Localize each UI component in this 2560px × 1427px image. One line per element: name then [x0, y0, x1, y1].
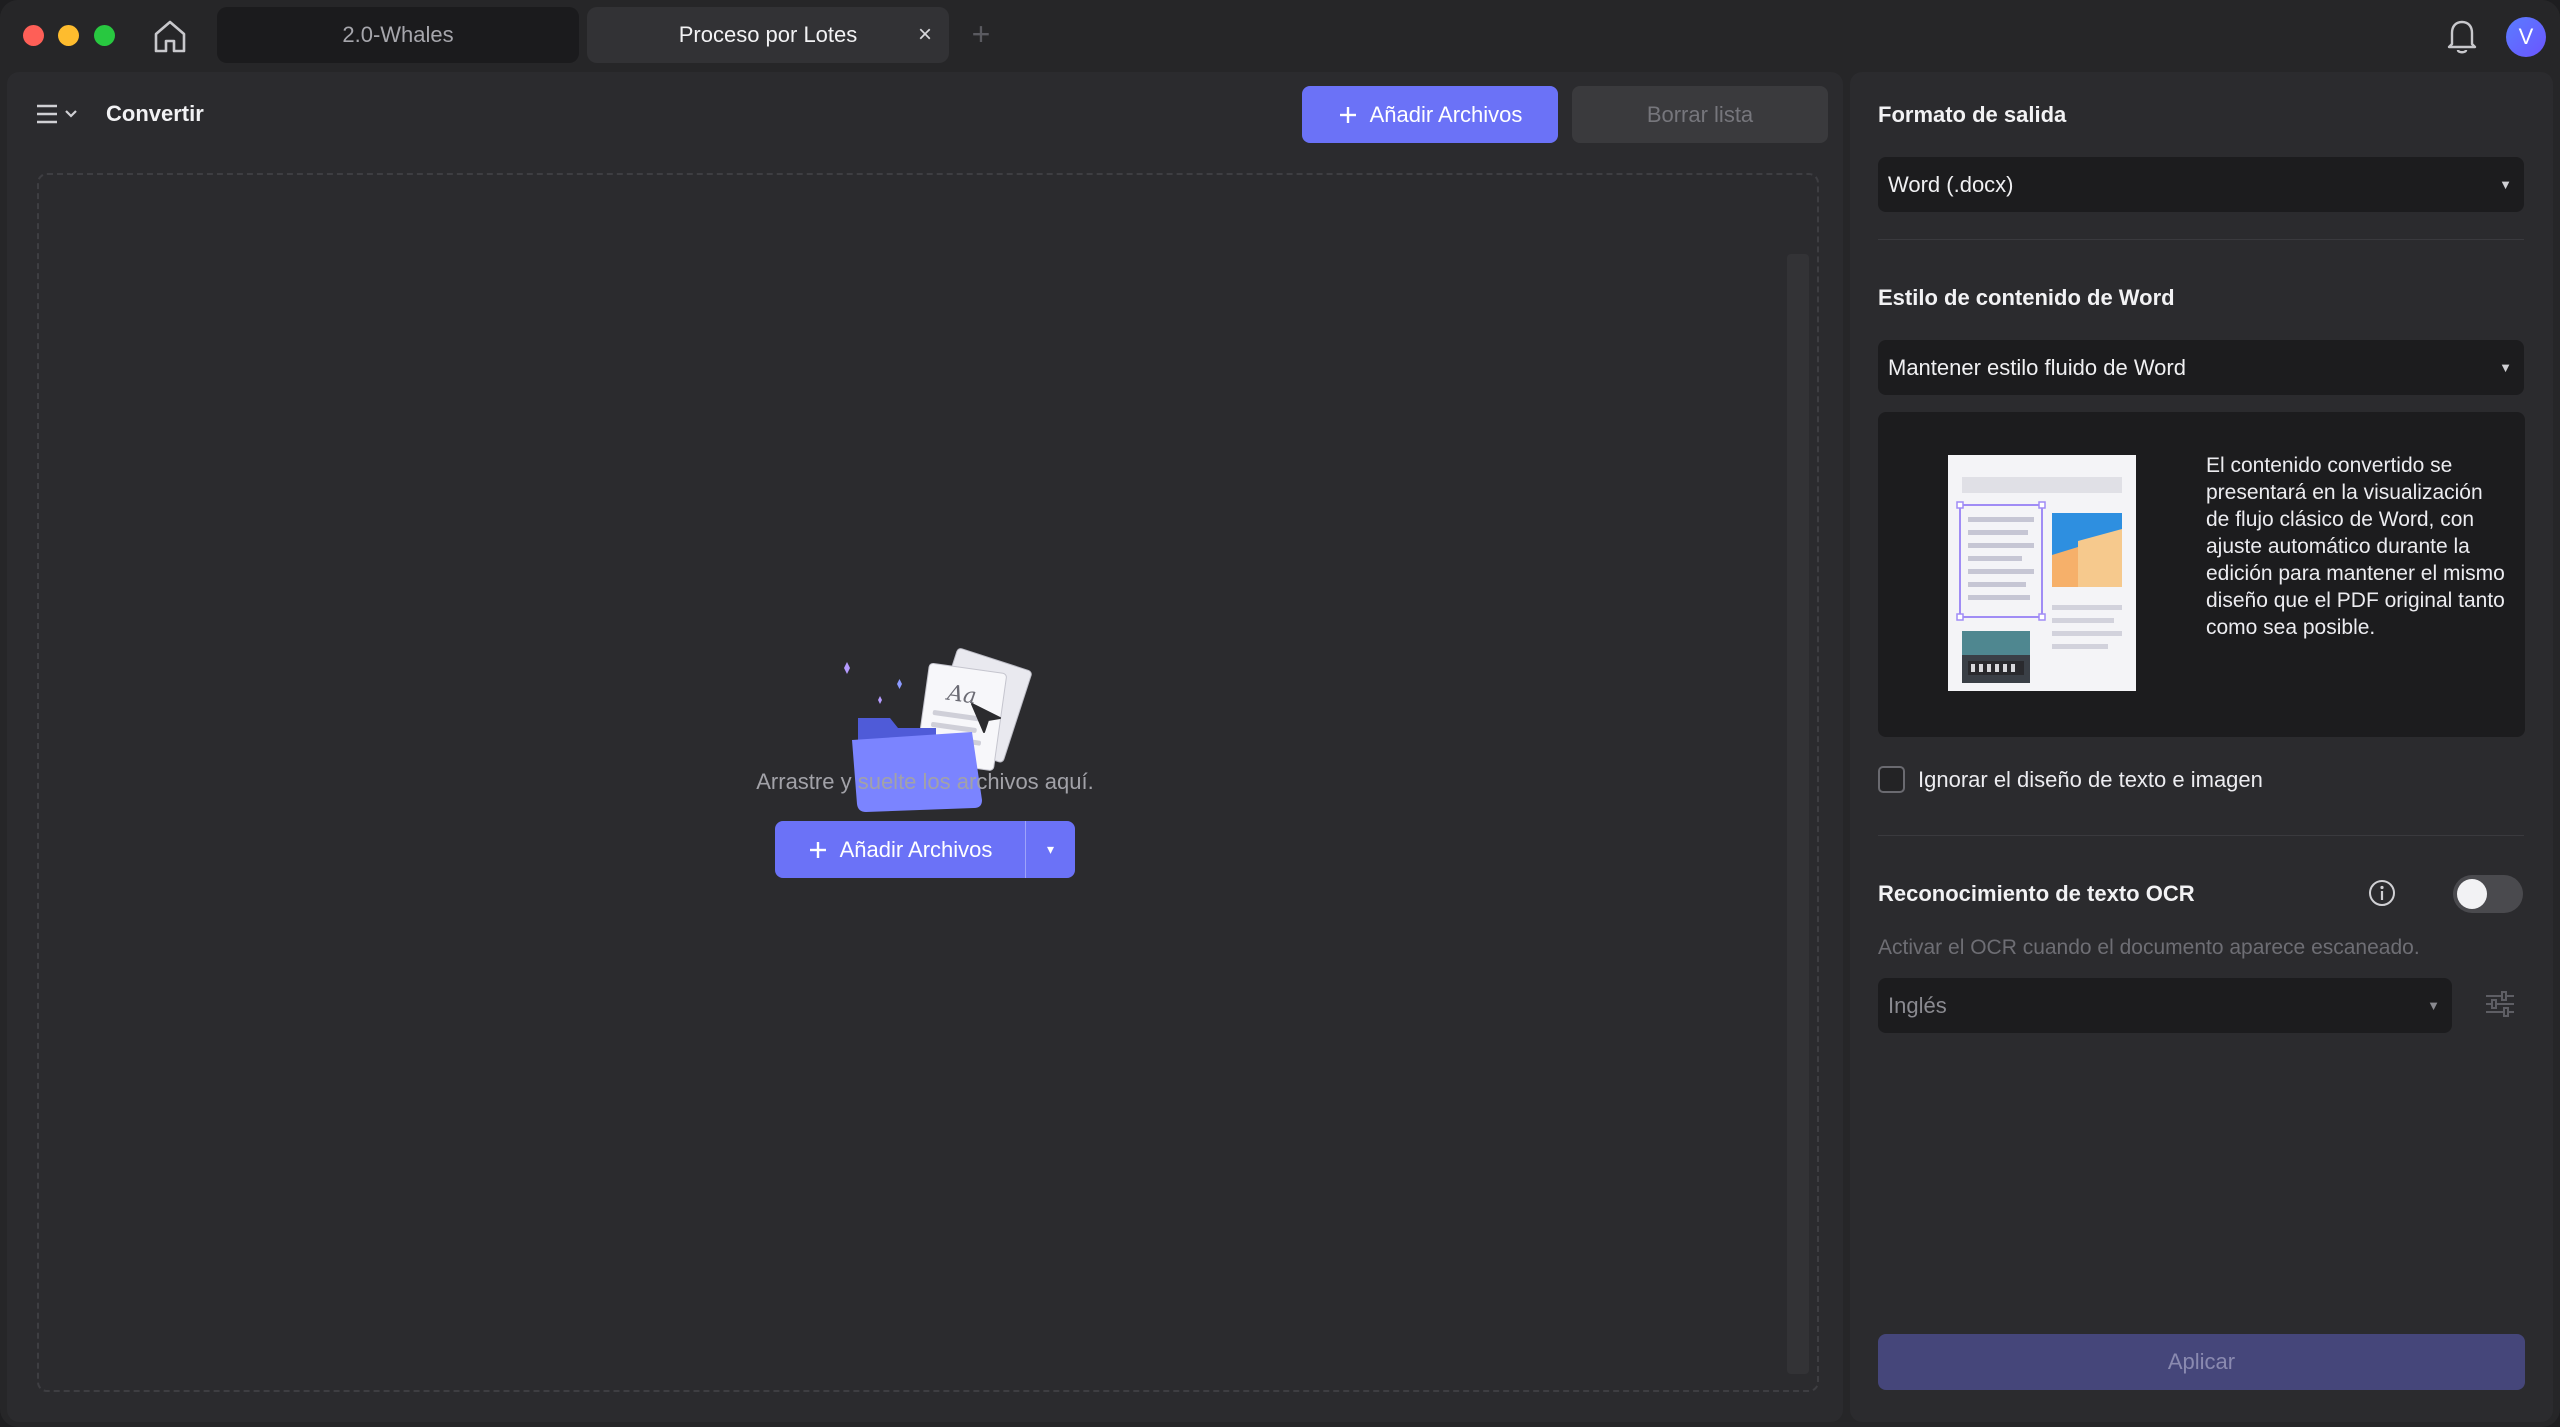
clear-list-label: Borrar lista	[1646, 101, 1754, 127]
ignore-layout-checkbox[interactable]	[1878, 766, 1905, 793]
plus-icon	[809, 841, 826, 858]
plus-icon	[1339, 106, 1356, 123]
ocr-hint: Activar el OCR cuando el documento apare…	[1878, 936, 2420, 959]
page-title: Convertir	[106, 101, 204, 126]
avatar-initial: V	[2518, 24, 2534, 49]
output-format-select[interactable]: Word (.docx) ▼	[1878, 157, 2524, 212]
output-format-value: Word (.docx)	[1888, 171, 2014, 197]
ocr-toggle[interactable]	[2453, 875, 2523, 913]
add-files-split-button: Añadir Archivos ▾	[775, 821, 1075, 878]
chevron-down-icon: ▾	[1046, 841, 1055, 857]
tab-whales[interactable]: 2.0-Whales	[217, 7, 579, 63]
app-window: 2.0-Whales Proceso por Lotes × + V Conve…	[0, 0, 2560, 1427]
word-style-select[interactable]: Mantener estilo fluido de Word ▼	[1878, 340, 2524, 395]
notification-bell-icon[interactable]	[2444, 16, 2480, 56]
close-window-button[interactable]	[23, 25, 44, 46]
add-files-center-button[interactable]: Añadir Archivos	[775, 821, 1025, 878]
ocr-settings-sliders-icon[interactable]	[2482, 986, 2518, 1022]
drop-hint: Arrastre y suelte los archivos aquí.	[756, 769, 1094, 794]
tab-label: 2.0-Whales	[342, 22, 454, 47]
zoom-window-button[interactable]	[94, 25, 115, 46]
add-files-button[interactable]: Añadir Archivos	[1302, 86, 1558, 143]
output-format-label: Formato de salida	[1878, 102, 2067, 127]
ocr-language-value: Inglés	[1888, 992, 1947, 1018]
tab-batch-process[interactable]: Proceso por Lotes ×	[587, 7, 949, 63]
word-style-value: Mantener estilo fluido de Word	[1888, 354, 2186, 380]
ocr-label: Reconocimiento de texto OCR	[1878, 881, 2195, 906]
style-description: El contenido convertido se presentará en…	[2206, 454, 2505, 639]
section-divider	[1878, 239, 2524, 240]
add-files-label: Añadir Archivos	[1369, 101, 1523, 127]
tab-label: Proceso por Lotes	[678, 22, 858, 47]
info-icon[interactable]	[2367, 878, 2397, 908]
file-list-panel: Convertir Añadir Archivos Borrar lista A…	[7, 72, 1843, 1422]
add-files-dropdown-button[interactable]: ▾	[1026, 821, 1075, 878]
conversion-settings-panel: Formato de salida Word (.docx) ▼ Estilo …	[1850, 72, 2553, 1422]
user-avatar[interactable]: V	[2506, 17, 2546, 57]
toggle-knob	[2457, 879, 2487, 909]
home-icon[interactable]	[150, 17, 190, 55]
word-style-label: Estilo de contenido de Word	[1878, 285, 2175, 310]
scrollbar-track[interactable]	[1787, 254, 1809, 1374]
caret-down-icon: ▼	[2427, 998, 2440, 1013]
new-tab-button[interactable]: +	[966, 17, 996, 53]
apply-label: Aplicar	[2167, 1349, 2236, 1374]
section-divider	[1878, 835, 2524, 836]
ocr-language-select[interactable]: Inglés ▼	[1878, 978, 2452, 1033]
apply-button[interactable]: Aplicar	[1878, 1334, 2525, 1390]
style-preview-box: El contenido convertido se presentará en…	[1878, 412, 2525, 737]
clear-list-button[interactable]: Borrar lista	[1572, 86, 1828, 143]
ignore-layout-label: Ignorar el diseño de texto e imagen	[1918, 767, 2263, 792]
sidebar-menu-icon[interactable]	[35, 100, 89, 132]
add-files-center-label: Añadir Archivos	[839, 836, 993, 862]
caret-down-icon: ▼	[2499, 177, 2512, 192]
title-bar: 2.0-Whales Proceso por Lotes × + V	[0, 0, 2560, 70]
minimize-window-button[interactable]	[58, 25, 79, 46]
tab-close-icon[interactable]: ×	[911, 21, 939, 49]
caret-down-icon: ▼	[2499, 360, 2512, 375]
document-layout-preview-image	[1948, 455, 2136, 691]
